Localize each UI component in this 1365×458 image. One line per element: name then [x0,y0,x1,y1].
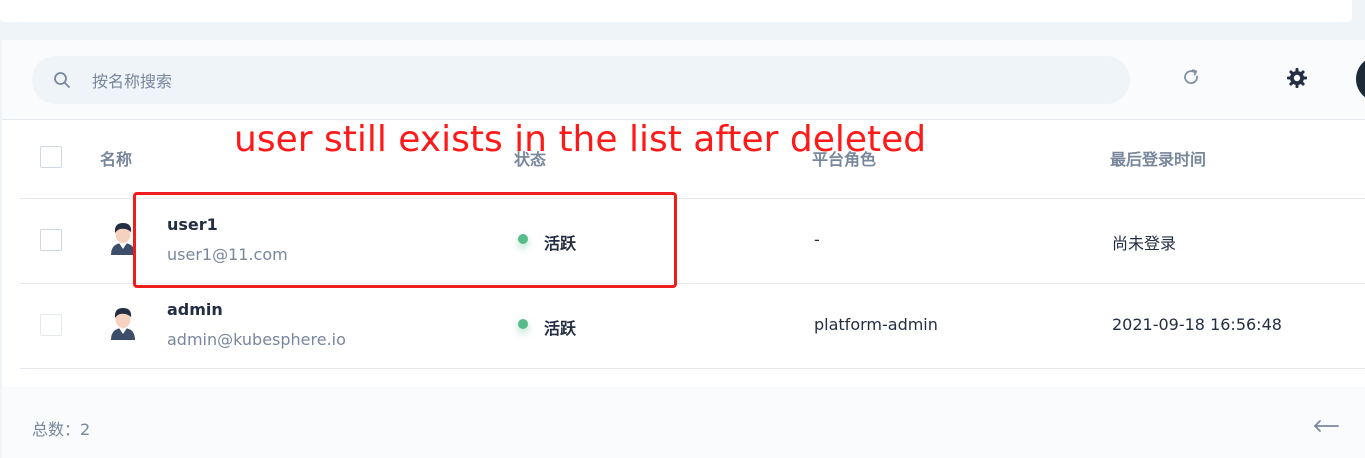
status-text: 活跃 [544,319,577,338]
user-email: admin@kubesphere.io [167,330,346,349]
toolbar [2,40,1365,120]
last-login-time: 2021-09-18 16:56:48 [1112,315,1282,334]
search-input[interactable] [90,56,1094,106]
row-checkbox[interactable] [40,229,62,251]
annotation-highlight-box [133,192,677,288]
select-all-checkbox[interactable] [40,146,62,168]
platform-role: - [814,230,820,249]
column-name-header[interactable]: 名称 [100,146,132,170]
search-icon [54,72,70,88]
gear-icon[interactable] [1285,66,1309,90]
create-button[interactable] [1356,56,1365,102]
arrow-left-icon[interactable] [1312,419,1340,433]
refresh-icon[interactable] [1180,66,1204,90]
column-last-login-header[interactable]: 最后登录时间 [1110,146,1206,170]
table-footer: 总数：2 [2,387,1365,458]
last-login-time: 尚未登录 [1112,234,1177,253]
search-bar[interactable] [32,56,1130,106]
user-avatar-icon [111,308,135,340]
status-indicator [518,319,528,329]
platform-role: platform-admin [814,315,938,334]
row-checkbox[interactable] [40,314,62,336]
total-count: 总数：2 [32,420,91,439]
top-card [0,0,1352,22]
annotation-text: user still exists in the list after dele… [234,119,927,160]
user-name-link[interactable]: admin [167,300,223,319]
table-row[interactable]: admin admin@kubesphere.io 活跃 platform-ad… [20,284,1365,369]
